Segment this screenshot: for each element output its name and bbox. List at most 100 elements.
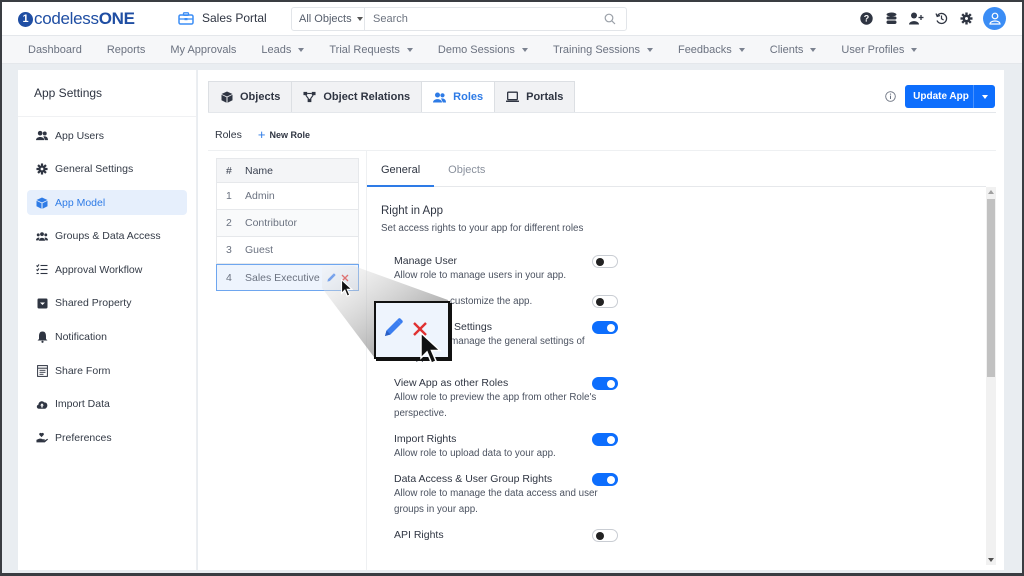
bell-icon [36, 331, 48, 343]
brand-logo[interactable]: 1 codelessONE [18, 9, 135, 29]
sidebar-item-preferences[interactable]: Preferences [27, 425, 187, 450]
settings-icon[interactable] [958, 11, 974, 27]
laptop-icon [506, 91, 520, 103]
nav-item-label: Clients [769, 43, 804, 56]
portal-name: Sales Portal [202, 11, 267, 25]
permission-description: Allow role to manage users in your app. [394, 270, 567, 281]
nav-item-label: Feedbacks [677, 43, 732, 56]
role-row[interactable]: 3 Guest [216, 237, 359, 264]
relations-icon [303, 91, 316, 103]
tab-objects[interactable]: Objects [208, 81, 293, 113]
nav-item-leads[interactable]: Leads [261, 44, 305, 56]
hand-heart-icon [36, 432, 48, 444]
nav-item-demo-sessions[interactable]: Demo Sessions [438, 44, 528, 56]
role-row[interactable]: 2 Contributor [216, 210, 359, 237]
permission-toggle[interactable] [592, 377, 618, 390]
role-rights-scroll-area: Right in App Set access rights to your a… [367, 188, 986, 558]
gear-icon [36, 163, 48, 175]
toggle-knob [607, 436, 615, 444]
permission-toggle[interactable] [592, 321, 618, 334]
roles-divider [208, 150, 996, 151]
permission-toggle[interactable] [592, 473, 618, 486]
sidebar-item-shared-property[interactable]: Shared Property [27, 291, 187, 316]
tab-object-relations[interactable]: Object Relations [291, 81, 423, 113]
sidebar-item-groups-data-access[interactable]: Groups & Data Access [27, 224, 187, 249]
permission-toggle[interactable] [592, 295, 618, 308]
user-avatar-icon[interactable] [983, 7, 1006, 30]
nav-item-feedbacks[interactable]: Feedbacks [678, 44, 745, 56]
nav-item-user-profiles[interactable]: User Profiles [841, 44, 918, 56]
search-input[interactable] [365, 8, 598, 30]
app-settings-sidebar: App Settings App Users General Settings Ap… [18, 70, 197, 570]
subtab-objects[interactable]: Objects [434, 154, 499, 186]
update-app-dropdown[interactable] [973, 85, 995, 108]
sidebar-item-notification[interactable]: Notification [27, 325, 187, 350]
role-number: 4 [226, 271, 232, 284]
sidebar-item-app-users[interactable]: App Users [27, 123, 187, 148]
pencil-icon-zoomed [385, 318, 403, 336]
search-scope-dropdown[interactable]: All Objects [292, 8, 365, 30]
scroll-up-arrow-icon[interactable] [986, 187, 996, 197]
update-app-label: Update App [913, 91, 969, 102]
rights-description: Set access rights to your app for differ… [381, 223, 584, 234]
permission-toggle[interactable] [592, 255, 618, 268]
form-icon [36, 364, 48, 377]
tab-portals[interactable]: Portals [494, 81, 576, 113]
delete-role-close-icon[interactable] [340, 273, 350, 283]
info-icon[interactable] [885, 91, 896, 102]
global-search: All Objects [291, 7, 627, 31]
main-nav: Dashboard Reports My Approvals Leads Trial R… [2, 36, 1022, 64]
roles-toolbar: Roles + New Role [215, 127, 310, 142]
scrollbar[interactable] [986, 187, 996, 565]
sidebar-item-general-settings[interactable]: General Settings [27, 157, 187, 182]
help-icon[interactable]: ? [858, 11, 874, 27]
permission-title: API Rights [394, 529, 444, 541]
history-icon[interactable] [933, 11, 949, 27]
portal-switcher[interactable]: Sales Portal [178, 11, 267, 25]
svg-text:?: ? [863, 14, 869, 24]
sidebar-item-share-form[interactable]: Share Form [27, 358, 187, 383]
update-app-button[interactable]: Update App [905, 85, 995, 108]
role-name: Admin [245, 190, 275, 202]
sidebar-item-approval-workflow[interactable]: Approval Workflow [27, 257, 187, 282]
nav-item-clients[interactable]: Clients [770, 44, 817, 56]
role-row[interactable]: 1 Admin [216, 183, 359, 210]
tab-label: Roles [453, 91, 484, 103]
nav-item-trial-requests[interactable]: Trial Requests [329, 44, 413, 56]
new-role-button[interactable]: + New Role [258, 127, 310, 142]
tab-label: Portals [526, 91, 564, 103]
subtab-general[interactable]: General [367, 154, 435, 187]
permission-title: Manage User [394, 255, 458, 267]
sidebar-item-app-model[interactable]: App Model [27, 190, 187, 216]
app-model-tabs: Objects Object Relations Roles Portals [208, 81, 576, 113]
sidebar-item-import-data[interactable]: Import Data [27, 392, 187, 417]
add-user-icon[interactable] [908, 11, 924, 27]
new-role-label: New Role [269, 129, 310, 140]
toggle-knob [596, 258, 604, 266]
groups-icon [36, 230, 48, 242]
users-icon [433, 91, 447, 103]
permission-toggle[interactable] [592, 529, 618, 542]
toggle-knob [607, 324, 615, 332]
row-actions [322, 273, 350, 283]
edit-role-pencil-icon[interactable] [326, 273, 336, 283]
permission-title: Import Rights [394, 433, 457, 445]
magnifier-callout [374, 301, 450, 359]
nav-item-training-sessions[interactable]: Training Sessions [553, 44, 653, 56]
nav-item-my-approvals[interactable]: My Approvals [170, 44, 236, 56]
rights-content: Right in App Set access rights to your a… [381, 198, 781, 552]
nav-item-dashboard[interactable]: Dashboard [28, 44, 82, 56]
permission-item: API Rights [381, 528, 781, 542]
scrollbar-thumb[interactable] [987, 199, 995, 377]
permission-toggle[interactable] [592, 433, 618, 446]
database-icon[interactable] [883, 11, 899, 27]
search-icon[interactable] [598, 13, 622, 25]
nav-item-reports[interactable]: Reports [107, 44, 146, 56]
permission-item: View App as other Roles Allow role to pr… [381, 376, 781, 422]
nav-item-label: My Approvals [170, 43, 237, 56]
role-row[interactable]: 4 Sales Executive [216, 264, 359, 291]
tab-roles[interactable]: Roles [421, 81, 496, 113]
chevron-down-icon [738, 47, 745, 52]
scroll-down-arrow-icon[interactable] [986, 555, 996, 565]
top-bar: 1 codelessONE Sales Portal All Objects ? [2, 2, 1022, 36]
